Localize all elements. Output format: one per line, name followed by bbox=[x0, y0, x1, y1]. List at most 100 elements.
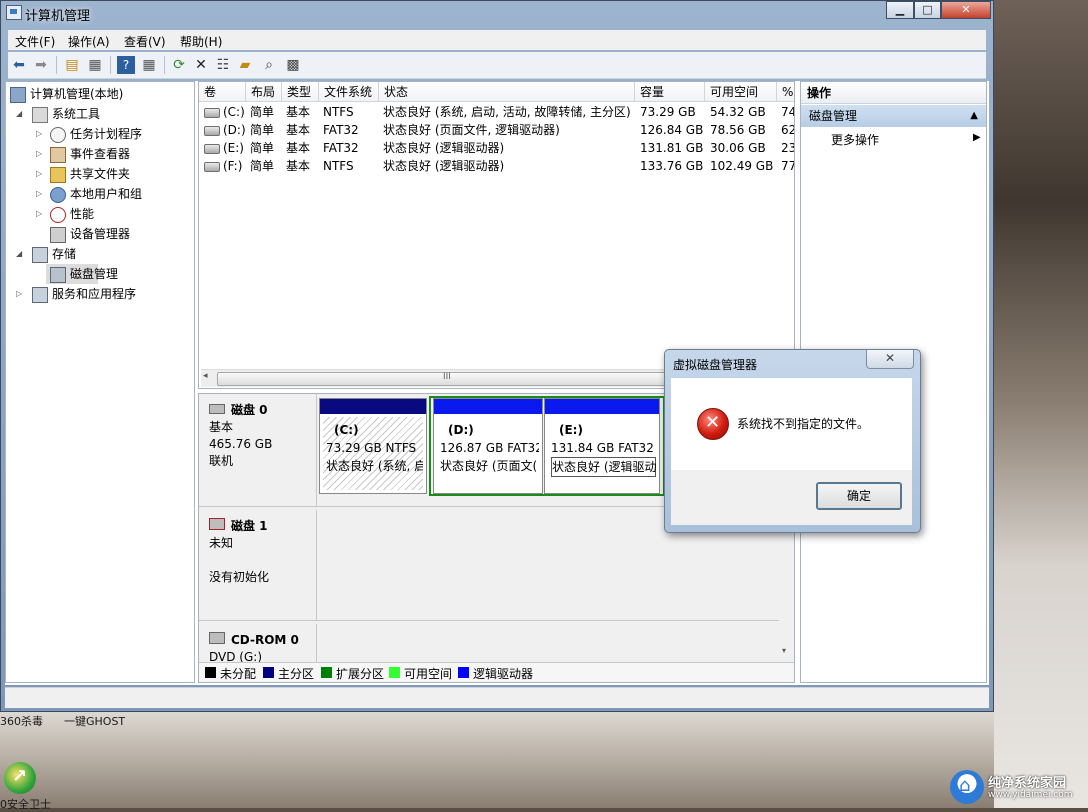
dialog-close-button[interactable]: ✕ bbox=[866, 350, 914, 369]
scroll-left-arrow-icon[interactable]: ◂ bbox=[203, 371, 208, 381]
forward-arrow-icon[interactable]: ➡ bbox=[32, 56, 50, 74]
column-header-free-space[interactable]: 可用空间 bbox=[705, 82, 777, 102]
table-cell: 73.29 GB bbox=[640, 105, 696, 119]
close-button[interactable]: ✕ bbox=[941, 1, 991, 19]
drive-icon bbox=[204, 126, 220, 136]
menu-view[interactable]: 查看(V) bbox=[124, 33, 166, 50]
title-bar[interactable]: 计算机管理 ▁ □ ✕ bbox=[1, 1, 993, 25]
column-header-filesystem[interactable]: 文件系统 bbox=[319, 82, 379, 102]
column-header-type[interactable]: 类型 bbox=[282, 82, 319, 102]
menu-action[interactable]: 操作(A) bbox=[68, 33, 110, 50]
table-cell: 简单 bbox=[250, 105, 275, 119]
disk-1-label[interactable]: 磁盘 1 未知 没有初始化 bbox=[199, 510, 317, 620]
up-folder-icon[interactable]: ▤ bbox=[63, 56, 81, 74]
menu-help[interactable]: 帮助(H) bbox=[180, 33, 222, 50]
table-cell: 简单 bbox=[250, 159, 275, 173]
column-header-percent[interactable]: % bbox=[777, 82, 794, 102]
table-cell: 126.84 GB bbox=[640, 123, 704, 137]
tree-item-label: 计算机管理(本地) bbox=[30, 87, 124, 101]
partition-body: (C:) 73.29 GB NTFS 状态良好 (系统, 启 bbox=[323, 417, 423, 490]
help-icon[interactable]: ? bbox=[117, 56, 135, 74]
drive-icon bbox=[204, 162, 220, 172]
submenu-arrow-icon[interactable]: ▶ bbox=[973, 132, 981, 143]
scrollbar-thumb[interactable]: III bbox=[217, 372, 689, 386]
minimize-button[interactable]: ▁ bbox=[886, 1, 914, 19]
drive-icon bbox=[204, 108, 220, 118]
back-arrow-icon[interactable]: ⬅ bbox=[10, 56, 28, 74]
tree-item-label: 服务和应用程序 bbox=[52, 287, 137, 301]
toolbar-separator bbox=[110, 56, 111, 74]
open-folder-icon[interactable]: ▰ bbox=[236, 56, 254, 74]
column-header-status[interactable]: 状态 bbox=[379, 82, 635, 102]
table-cell: (E:) bbox=[223, 141, 244, 155]
table-row[interactable]: (C:) 简单 基本 NTFS 状态良好 (系统, 启动, 活动, 故障转储, 主分区)… bbox=[199, 103, 794, 121]
collapsed-triangle-icon[interactable]: ▷ bbox=[36, 204, 42, 224]
dialog-title: 虚拟磁盘管理器 bbox=[673, 358, 758, 372]
expanded-triangle-icon[interactable]: ◢ bbox=[16, 244, 22, 264]
legend-free-space-swatch bbox=[389, 667, 400, 678]
menu-bar: 文件(F) 操作(A) 查看(V) 帮助(H) bbox=[8, 30, 986, 50]
table-cell: 102.49 GB bbox=[710, 159, 774, 173]
partition-info: 73.29 GB NTFS bbox=[326, 441, 417, 455]
desktop-icon-label-security[interactable]: 0安全卫士 bbox=[0, 796, 51, 812]
properties-icon[interactable]: ☷ bbox=[214, 56, 232, 74]
partition-d[interactable]: (D:) 126.87 GB FAT32 状态良好 (页面文( bbox=[433, 398, 543, 494]
tree-item-disk-management[interactable]: 磁盘管理 bbox=[46, 264, 118, 284]
disk-properties-icon[interactable]: ▩ bbox=[284, 56, 302, 74]
legend-unallocated-label: 未分配 bbox=[220, 667, 257, 681]
event-viewer-icon bbox=[50, 147, 66, 163]
table-cell: 简单 bbox=[250, 141, 275, 155]
disk-name: CD-ROM 0 bbox=[231, 633, 299, 647]
maximize-button[interactable]: □ bbox=[914, 1, 941, 19]
disk-state: 没有初始化 bbox=[209, 570, 270, 584]
toolbar: ⬅ ➡ ▤ ▦ ? ▦ ⟳ ✕ ☷ ▰ ⌕ ▩ bbox=[8, 52, 986, 79]
dialog-body: 系统找不到指定的文件。 bbox=[671, 378, 912, 470]
collapsed-triangle-icon[interactable]: ▷ bbox=[16, 284, 22, 304]
disk-state: 联机 bbox=[209, 454, 234, 468]
table-cell: 23 bbox=[781, 141, 795, 155]
shared-folder-icon bbox=[50, 167, 66, 183]
table-cell: 78.56 GB bbox=[710, 123, 766, 137]
collapsed-triangle-icon[interactable]: ▷ bbox=[36, 124, 42, 144]
disk-0-label[interactable]: 磁盘 0 基本 465.76 GB 联机 bbox=[199, 394, 317, 506]
desktop-icon-label-ghost[interactable]: 一键GHOST bbox=[64, 713, 125, 729]
navigation-tree: 计算机管理(本地) ◢ 系统工具 ▷ 任务计划程序 ▷ 事件查看器 ▷ 共享文件… bbox=[5, 81, 195, 683]
partition-e[interactable]: (E:) 131.84 GB FAT32 状态良好 (逻辑驱动器 bbox=[544, 398, 660, 494]
table-cell: 131.81 GB bbox=[640, 141, 704, 155]
search-icon[interactable]: ⌕ bbox=[260, 56, 278, 74]
ok-button[interactable]: 确定 bbox=[816, 482, 902, 510]
table-row[interactable]: (F:) 简单 基本 NTFS 状态良好 (逻辑驱动器) 133.76 GB 102.49 … bbox=[199, 157, 794, 175]
table-cell: 状态良好 (逻辑驱动器) bbox=[383, 159, 505, 173]
refresh-icon[interactable]: ⟳ bbox=[170, 56, 188, 74]
scroll-down-arrow-icon[interactable]: ▾ bbox=[782, 646, 786, 655]
collapsed-triangle-icon[interactable]: ▷ bbox=[36, 164, 42, 184]
partition-c[interactable]: (C:) 73.29 GB NTFS 状态良好 (系统, 启 bbox=[319, 398, 427, 494]
table-row[interactable]: (D:) 简单 基本 FAT32 状态良好 (页面文件, 逻辑驱动器) 126.84 GB… bbox=[199, 121, 795, 139]
table-row[interactable]: (E:) 简单 基本 FAT32 状态良好 (逻辑驱动器) 131.81 GB 30.06 … bbox=[199, 139, 795, 157]
tree-item-label: 设备管理器 bbox=[70, 227, 131, 241]
actions-section-label: 磁盘管理 bbox=[809, 109, 858, 123]
show-hide-tree-icon[interactable]: ▦ bbox=[86, 56, 104, 74]
cdrom-0-label[interactable]: CD-ROM 0 DVD (G:) bbox=[199, 624, 317, 664]
show-hide-action-pane-icon[interactable]: ▦ bbox=[140, 56, 158, 74]
collapsed-triangle-icon[interactable]: ▷ bbox=[36, 184, 42, 204]
volume-list: 卷 布局 类型 文件系统 状态 容量 可用空间 % (C:) 简单 基本 NTFS 状态… bbox=[198, 81, 795, 389]
dialog-footer: 确定 bbox=[671, 470, 912, 525]
column-header-capacity[interactable]: 容量 bbox=[635, 82, 705, 102]
cdrom-drive-icon bbox=[209, 632, 225, 644]
table-cell: 54.32 GB bbox=[710, 105, 766, 119]
status-bar bbox=[5, 687, 989, 708]
expanded-triangle-icon[interactable]: ◢ bbox=[16, 104, 22, 124]
column-header-layout[interactable]: 布局 bbox=[246, 82, 282, 102]
collapsed-triangle-icon[interactable]: ▷ bbox=[36, 144, 42, 164]
actions-section-disk-management[interactable]: 磁盘管理 ▲ bbox=[801, 105, 986, 127]
security-guard-icon[interactable] bbox=[4, 762, 36, 794]
table-cell: NTFS bbox=[323, 159, 354, 173]
more-actions-item[interactable]: 更多操作 bbox=[831, 131, 879, 148]
delete-icon[interactable]: ✕ bbox=[192, 56, 210, 74]
column-header-volume[interactable]: 卷 bbox=[199, 82, 246, 102]
table-cell: 62 bbox=[781, 123, 795, 137]
collapse-triangle-icon[interactable]: ▲ bbox=[970, 105, 978, 127]
desktop-icon-label-360-antivirus[interactable]: 360杀毒 bbox=[0, 713, 43, 729]
menu-file[interactable]: 文件(F) bbox=[15, 33, 55, 50]
